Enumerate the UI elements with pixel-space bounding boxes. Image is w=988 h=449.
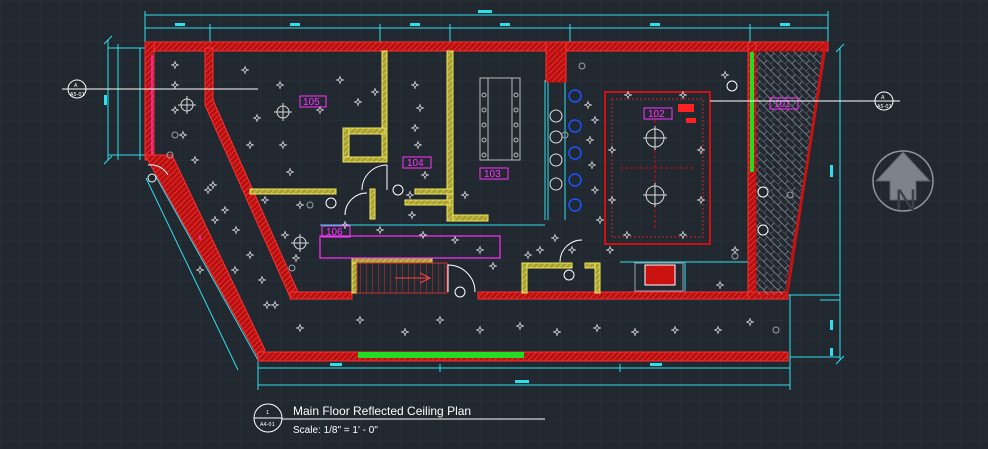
title-marker-sheet: A4-01 (260, 422, 275, 428)
section-sheet-right: A5-01 (877, 104, 892, 110)
floor-plan-canvas[interactable]: 105 104 103 102 106 101 A A5-01 A A5-01 (0, 0, 988, 449)
title-marker-number: 1 (266, 410, 269, 416)
room-tag-105: 105 (303, 97, 320, 108)
section-number-left: A (74, 83, 78, 89)
drawing-title: Main Floor Reflected Ceiling Plan (293, 404, 471, 418)
glazing-bottom (358, 352, 524, 358)
room-tag-106: 106 (326, 227, 343, 238)
exit-sign-2 (686, 118, 696, 123)
cad-viewport[interactable]: 105 104 103 102 106 101 A A5-01 A A5-01 (0, 0, 988, 449)
glazing-vertical (750, 52, 754, 172)
drawing-scale: Scale: 1/8" = 1' - 0" (293, 425, 378, 436)
room-tag-102: 102 (648, 109, 665, 120)
section-sheet-left: A5-01 (70, 92, 85, 98)
room-tag-103: 103 (484, 169, 501, 180)
north-label: N (895, 184, 917, 217)
section-number-right: A (881, 95, 885, 101)
exit-sign (678, 104, 694, 112)
fireplace (644, 264, 676, 286)
room-tag-104: 104 (407, 158, 424, 169)
